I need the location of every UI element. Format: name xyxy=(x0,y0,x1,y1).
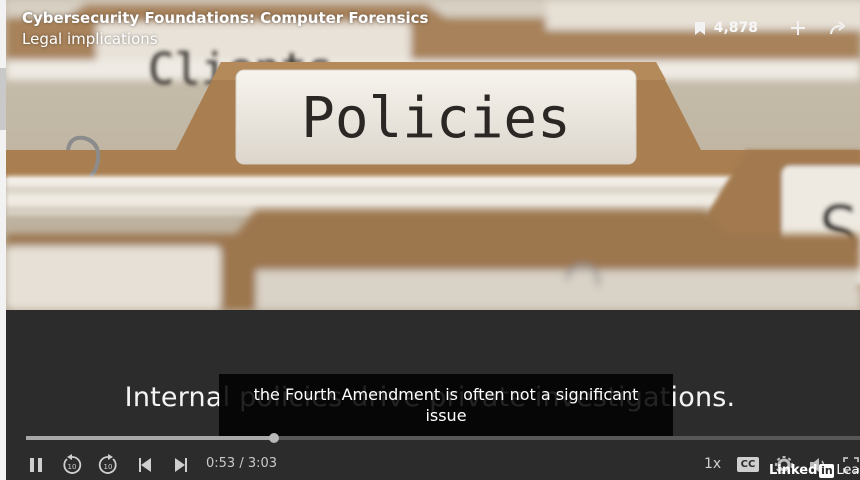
share-button[interactable] xyxy=(824,14,852,42)
bookmark-button[interactable]: 4,878 xyxy=(694,20,758,36)
time-display: 0:53 / 3:03 xyxy=(206,456,278,471)
next-icon xyxy=(175,458,187,472)
next-button[interactable] xyxy=(170,452,192,478)
progress-fill xyxy=(26,436,274,440)
bookmark-count: 4,878 xyxy=(713,20,758,36)
pause-button[interactable] xyxy=(24,452,48,478)
closed-captions-button[interactable]: CC xyxy=(737,457,759,472)
previous-button[interactable] xyxy=(134,452,156,478)
brand-part-2: Learni xyxy=(836,463,860,478)
rewind-10-icon: 10 xyxy=(63,454,82,474)
brand-in-badge: in xyxy=(819,463,835,478)
linkedin-learning-logo: LinkedinLearni xyxy=(769,463,860,478)
svg-text:10: 10 xyxy=(68,463,77,471)
subtitle-line-2: issue xyxy=(425,406,467,425)
folder-tab-large-text: Policies xyxy=(301,86,571,151)
svg-text:10: 10 xyxy=(104,463,113,471)
progress-bar[interactable] xyxy=(26,433,860,443)
playback-speed-button[interactable]: 1x xyxy=(704,456,721,472)
previous-icon xyxy=(139,458,151,472)
brand-part-1: Linked xyxy=(769,463,818,478)
subtitle-box: the Fourth Amendment is often not a sign… xyxy=(219,374,673,436)
add-button[interactable] xyxy=(784,14,812,42)
forward-10-icon: 10 xyxy=(98,454,117,474)
top-actions: 4,878 xyxy=(694,14,852,42)
course-title[interactable]: Cybersecurity Foundations: Computer Fore… xyxy=(22,9,429,27)
add-icon xyxy=(791,21,805,35)
pause-icon xyxy=(30,458,42,472)
progress-scrubber[interactable] xyxy=(268,433,279,443)
bookmark-icon xyxy=(694,21,705,35)
rewind-10-button[interactable]: 10 xyxy=(60,452,84,478)
forward-10-button[interactable]: 10 xyxy=(96,452,120,478)
chapter-title: Legal implications xyxy=(22,30,158,48)
subtitle-line-1: the Fourth Amendment is often not a sign… xyxy=(253,385,639,404)
video-player: Clients Policies S xyxy=(0,0,860,480)
share-icon xyxy=(830,21,846,35)
